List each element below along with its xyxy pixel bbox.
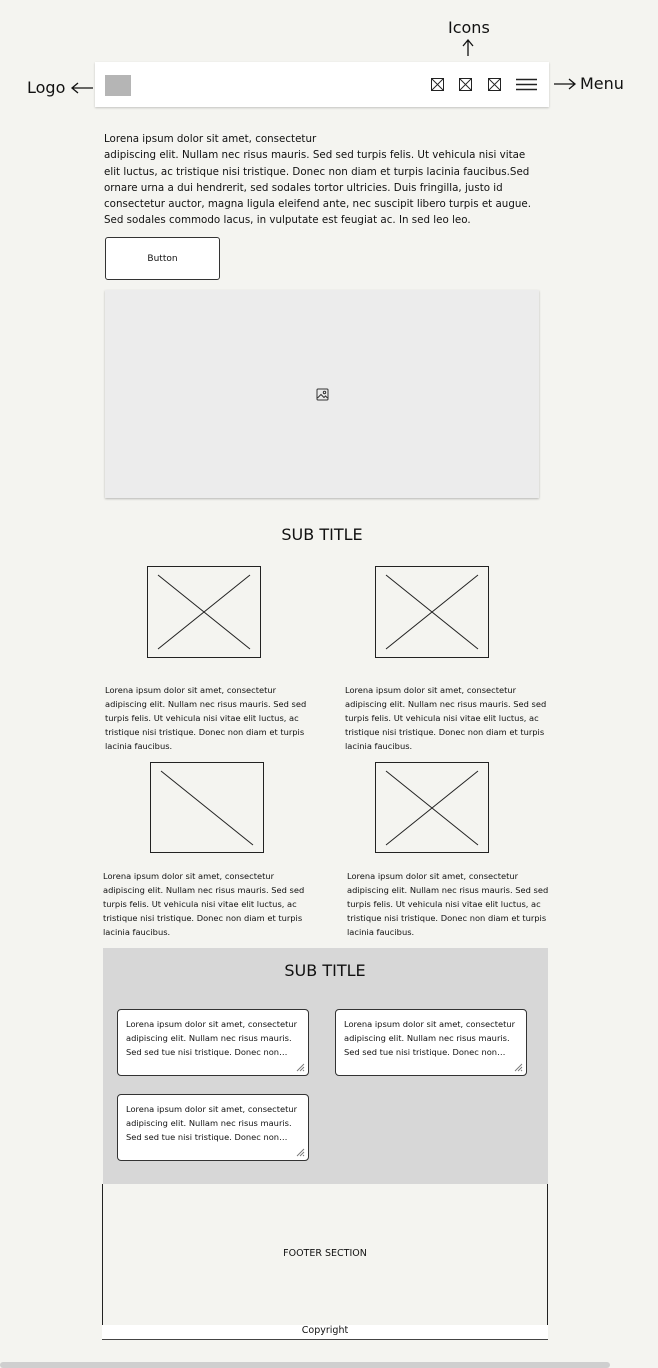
resize-grip-icon[interactable] xyxy=(296,1063,305,1072)
placeholder-cross-icon xyxy=(157,574,251,650)
annotation-icons: Icons xyxy=(448,18,490,57)
image-placeholder xyxy=(375,566,489,658)
intro-text: Lorena ipsum dolor sit amet, consectetur… xyxy=(104,133,531,227)
arrow-left-icon xyxy=(71,82,94,93)
image-icon[interactable] xyxy=(488,78,501,91)
item-text: Lorena ipsum dolor sit amet, consectetur… xyxy=(103,871,305,937)
resize-grip-icon[interactable] xyxy=(514,1063,523,1072)
resize-grip-icon[interactable] xyxy=(296,1148,305,1157)
annotation-icons-label: Icons xyxy=(448,18,490,37)
placeholder-cross-icon xyxy=(385,770,479,846)
image-icon[interactable] xyxy=(431,78,444,91)
footer-label: FOOTER SECTION xyxy=(283,1248,367,1259)
image-icon xyxy=(316,388,329,401)
placeholder-cross-icon xyxy=(385,574,479,650)
hamburger-icon[interactable] xyxy=(516,78,537,91)
image-placeholder xyxy=(147,566,261,658)
annotation-logo-label: Logo xyxy=(27,78,66,97)
image-icon[interactable] xyxy=(459,78,472,91)
hero-image-placeholder xyxy=(105,290,539,498)
item-text: Lorena ipsum dolor sit amet, consectetur… xyxy=(347,871,549,937)
annotation-menu: Menu xyxy=(552,74,624,93)
placeholder-diagonal-icon xyxy=(160,770,254,846)
image-placeholder xyxy=(375,762,489,853)
text-card[interactable]: Lorena ipsum dolor sit amet, consectetur… xyxy=(117,1094,309,1161)
section-title: SUB TITLE xyxy=(281,525,363,544)
horizontal-scrollbar[interactable] xyxy=(0,1362,610,1368)
arrow-right-icon xyxy=(554,78,577,89)
card-text: Lorena ipsum dolor sit amet, consectetur… xyxy=(126,1104,297,1142)
primary-button[interactable]: Button xyxy=(105,237,220,280)
annotation-menu-label: Menu xyxy=(580,74,624,93)
card-text: Lorena ipsum dolor sit amet, consectetur… xyxy=(126,1019,297,1057)
arrow-up-icon xyxy=(462,38,474,56)
header-bar xyxy=(95,62,549,107)
footer-section: FOOTER SECTION xyxy=(102,1184,548,1325)
card-text: Lorena ipsum dolor sit amet, consectetur… xyxy=(344,1019,515,1057)
image-placeholder xyxy=(150,762,264,853)
section-title: SUB TITLE xyxy=(284,961,366,980)
text-card[interactable]: Lorena ipsum dolor sit amet, consectetur… xyxy=(335,1009,527,1076)
annotation-logo: Logo xyxy=(27,78,95,97)
text-card[interactable]: Lorena ipsum dolor sit amet, consectetur… xyxy=(117,1009,309,1076)
gray-section: SUB TITLE Lorena ipsum dolor sit amet, c… xyxy=(103,948,548,1184)
item-text: Lorena ipsum dolor sit amet, consectetur… xyxy=(105,685,307,751)
copyright-text: Copyright xyxy=(102,1325,548,1340)
item-text: Lorena ipsum dolor sit amet, consectetur… xyxy=(345,685,547,751)
logo[interactable] xyxy=(105,75,131,96)
